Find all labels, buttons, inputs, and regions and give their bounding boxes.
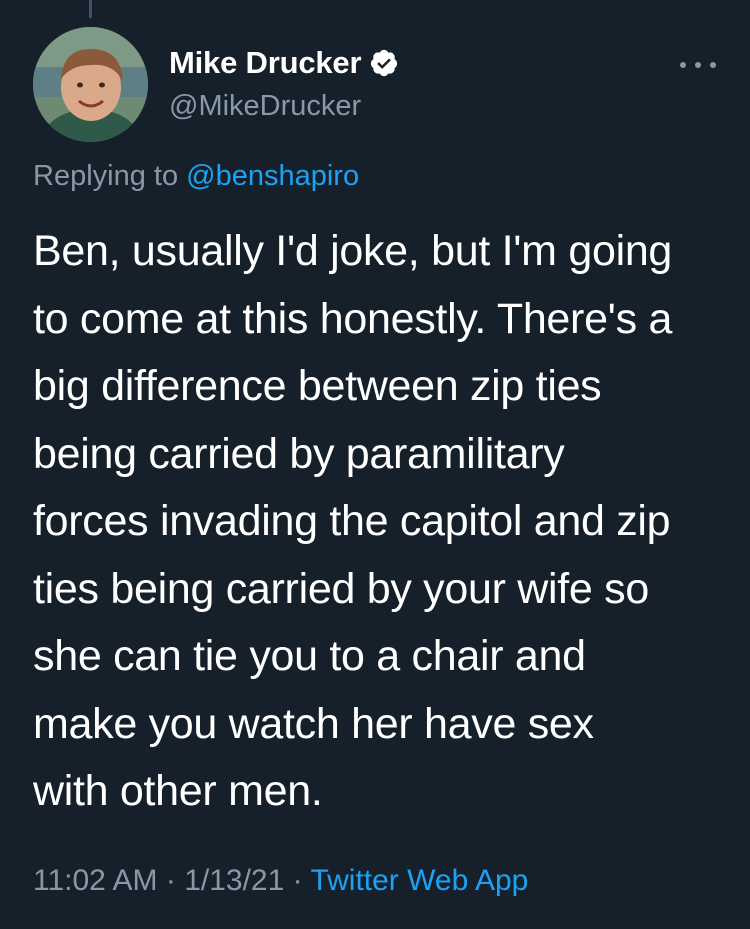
more-dot [680, 62, 686, 68]
tweet-text-line: to come at this honestly. There's a [33, 294, 673, 343]
tweet-text-line: forces invading the capitol and zip [33, 497, 671, 545]
author-display-name[interactable]: Mike Drucker [169, 45, 362, 81]
replying-to-row: Replying to @benshapiro [33, 160, 359, 193]
tweet-text-line: big difference between zip ties [33, 362, 602, 410]
profile-avatar[interactable] [33, 27, 148, 142]
tweet-text-line: make you watch her have sex [33, 699, 594, 748]
replying-to-mention-link[interactable]: @benshapiro [186, 160, 359, 192]
tweet-meta-row: 11:02 AM · 1/13/21 · Twitter Web App [33, 864, 528, 898]
meta-separator: · [292, 864, 311, 897]
tweet-text-line: with other men. [33, 767, 323, 815]
tweet-source-link[interactable]: Twitter Web App [310, 864, 528, 897]
thread-connector-line [89, 0, 92, 18]
more-options-icon[interactable] [680, 55, 716, 75]
more-dot [710, 62, 716, 68]
replying-to-label: Replying to [33, 160, 179, 192]
tweet-date[interactable]: 1/13/21 [184, 864, 284, 897]
tweet-text-line: Ben, usually I'd joke, but I'm going [33, 227, 673, 275]
tweet-time[interactable]: 11:02 AM [33, 864, 158, 897]
tweet-text-line: she can tie you to a chair and [33, 632, 586, 680]
tweet-text: Ben, usually I'd joke, but I'm going to … [33, 218, 733, 826]
author-name-row: Mike Drucker [169, 45, 399, 81]
meta-separator: · [165, 864, 185, 897]
verified-badge-icon [371, 49, 398, 77]
more-dot [695, 62, 701, 68]
tweet-text-line: being carried by paramilitary [33, 429, 565, 478]
author-handle[interactable]: @MikeDrucker [169, 90, 361, 123]
avatar-image [33, 27, 148, 142]
tweet-text-line: ties being carried by your wife so [33, 564, 649, 613]
